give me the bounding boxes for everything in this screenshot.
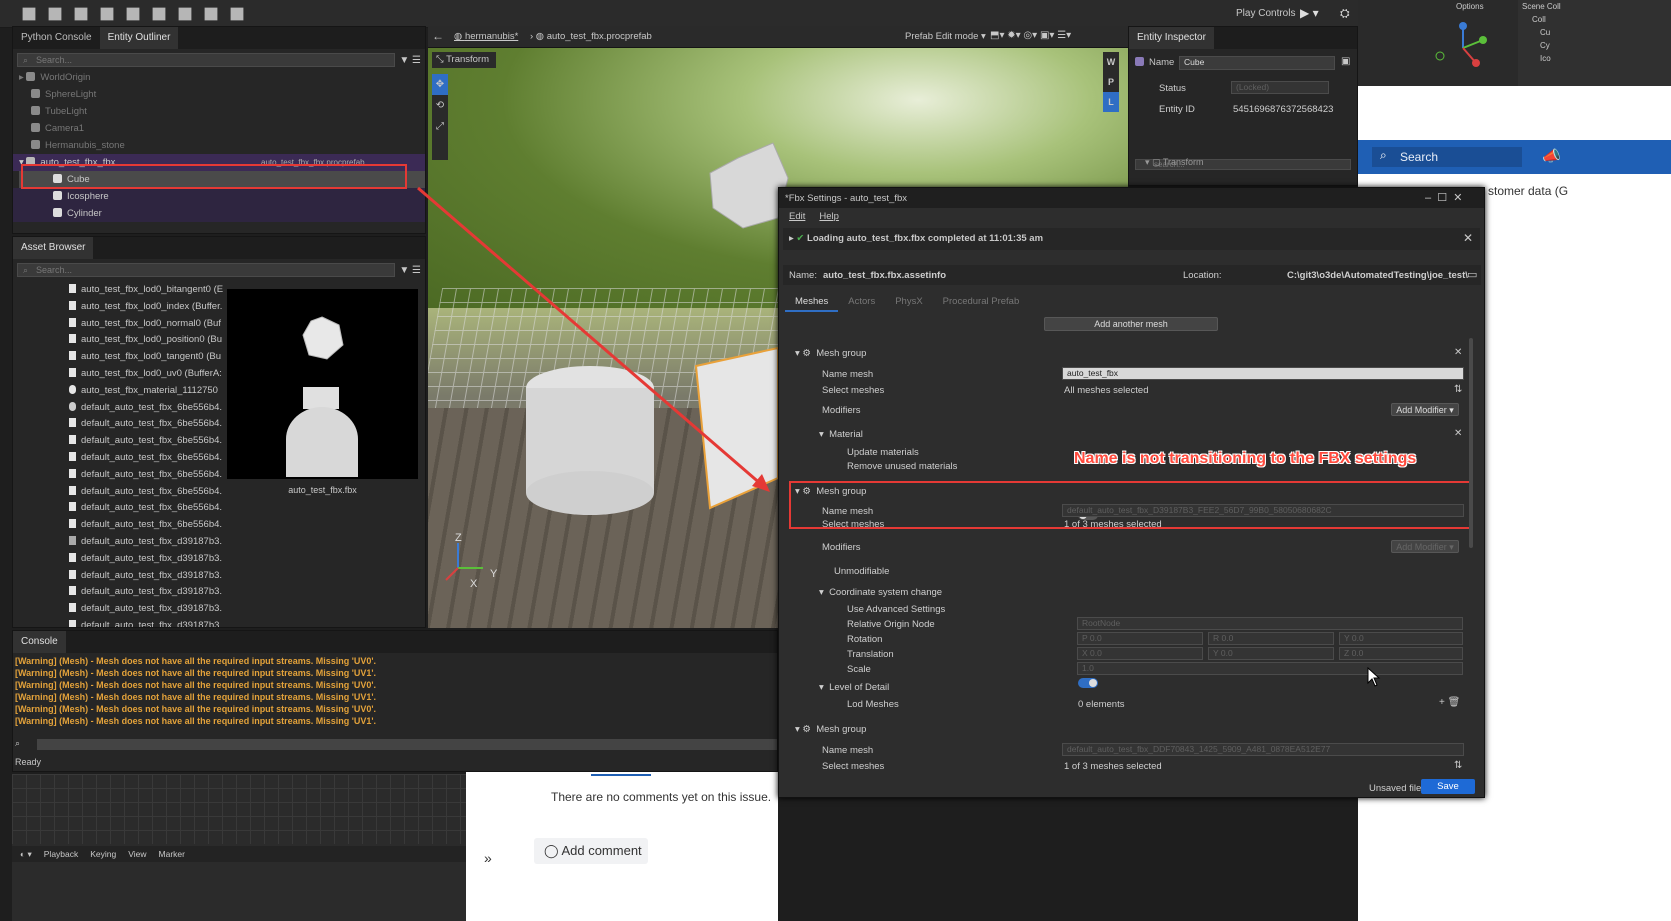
annotation-text: Name is not transitioning to the FBX set… [1074, 450, 1417, 467]
translation-z-field[interactable]: Z 0.0 [1339, 647, 1463, 660]
mesh-group-header[interactable]: ▾ ⚙ Mesh group [795, 348, 866, 359]
translation-y-field[interactable]: Y 0.0 [1208, 647, 1334, 660]
scrollbar[interactable] [1469, 338, 1473, 548]
status-label: Status [1159, 83, 1186, 94]
use-advanced-toggle[interactable] [1078, 678, 1098, 688]
dialog-title: *Fbx Settings - auto_test_fbx [785, 193, 907, 204]
name-label: Name: [789, 270, 817, 281]
scale-field[interactable]: 1.0 [1077, 662, 1463, 675]
relative-origin-dropdown[interactable]: RootNode [1077, 617, 1463, 630]
translation-label: Translation [847, 649, 894, 660]
rotation-r-field[interactable]: R 0.0 [1208, 632, 1334, 645]
relative-origin-label: Relative Origin Node [847, 619, 935, 630]
fbx-settings-dialog: *Fbx Settings - auto_test_fbx – ☐ ✕ Edit… [778, 187, 1485, 798]
lod-section[interactable]: ▾ Level of Detail [819, 682, 889, 693]
transform-component-header[interactable]: ▾ ▢ Transform [1135, 155, 1351, 169]
add-modifier-button[interactable]: Add Modifier ▾ [1391, 540, 1459, 553]
select-meshes-value: 1 of 3 meshes selected [1064, 761, 1162, 772]
pin-icon[interactable]: ▣ [1341, 56, 1350, 67]
location-value: C:\git3\o3de\AutomatedTesting\joe_test\ [1287, 270, 1468, 281]
status-bar: ▸ ✔ Loading auto_test_fbx.fbx completed … [783, 228, 1480, 250]
tab-entity-inspector[interactable]: Entity Inspector [1129, 27, 1214, 49]
modifiers-label: Modifiers [822, 405, 861, 416]
coord-system-section[interactable]: ▾ Coordinate system change [819, 587, 942, 598]
use-advanced-label: Use Advanced Settings [847, 604, 946, 615]
tab-procedural-prefab[interactable]: Procedural Prefab [933, 292, 1030, 312]
tab-actors[interactable]: Actors [838, 292, 885, 312]
highlight-box-mesh-group [789, 481, 1471, 529]
material-section[interactable]: ▾ Material [819, 429, 863, 440]
remove-group-icon[interactable]: ✕ [1454, 347, 1462, 358]
window-controls[interactable]: – ☐ ✕ [1425, 191, 1462, 204]
select-meshes-icon[interactable]: ⇅ [1454, 384, 1462, 395]
asset-name-value: auto_test_fbx.fbx.assetinfo [823, 270, 946, 281]
mesh-group-header[interactable]: ▾ ⚙ Mesh group [795, 724, 866, 735]
entity-name-input[interactable]: Cube [1179, 56, 1335, 70]
inspector-tabbar: Entity Inspector [1129, 27, 1357, 49]
close-status-icon[interactable]: ✕ [1463, 231, 1473, 245]
select-meshes-icon[interactable]: ⇅ [1454, 760, 1462, 771]
add-lod-icon[interactable]: + 🗑 [1439, 697, 1460, 708]
lod-meshes-value: 0 elements [1078, 699, 1125, 710]
entity-inspector-panel: Entity Inspector Name Cube ▣ Status (Loc… [1128, 26, 1358, 186]
entity-id-value: 5451696876372568423 [1233, 104, 1334, 115]
translation-x-field[interactable]: X 0.0 [1077, 647, 1203, 660]
name-mesh-label: Name mesh [822, 369, 874, 380]
update-materials-label: Update materials [847, 447, 919, 458]
add-modifier-button[interactable]: Add Modifier ▾ [1391, 403, 1459, 416]
scale-label: Scale [847, 664, 871, 675]
status-message: ▸ ✔ Loading auto_test_fbx.fbx completed … [789, 233, 1044, 244]
location-label: Location: [1183, 270, 1222, 281]
lod-meshes-label: Lod Meshes [847, 699, 899, 710]
add-another-mesh-button[interactable]: Add another mesh [1044, 317, 1218, 331]
dialog-menubar: Edit Help [779, 208, 1484, 226]
save-button[interactable]: Save [1421, 779, 1475, 794]
fbx-tabs: Meshes Actors PhysX Procedural Prefab [785, 292, 1029, 312]
name-label: Name [1135, 57, 1174, 68]
asset-info-bar: Name: auto_test_fbx.fbx.assetinfo Locati… [783, 265, 1481, 285]
menu-help[interactable]: Help [819, 208, 839, 226]
tab-physx[interactable]: PhysX [885, 292, 932, 312]
name-mesh-label: Name mesh [822, 745, 874, 756]
rotation-p-field[interactable]: P 0.0 [1077, 632, 1203, 645]
modifiers-label: Modifiers [822, 542, 861, 553]
remove-material-icon[interactable]: ✕ [1454, 428, 1462, 439]
folder-icon[interactable]: ▭ [1467, 268, 1477, 281]
mouse-cursor-icon [1367, 667, 1381, 687]
name-mesh-input[interactable]: default_auto_test_fbx_DDF70843_1425_5909… [1062, 743, 1464, 756]
status-dropdown[interactable]: (Locked) [1231, 81, 1329, 94]
name-mesh-input[interactable]: auto_test_fbx [1062, 367, 1464, 380]
select-meshes-label: Select meshes [822, 385, 885, 396]
tab-meshes[interactable]: Meshes [785, 292, 839, 312]
select-meshes-value: All meshes selected [1064, 385, 1149, 396]
rotation-y-field[interactable]: Y 0.0 [1339, 632, 1463, 645]
select-meshes-label: Select meshes [822, 761, 885, 772]
dialog-titlebar: *Fbx Settings - auto_test_fbx – ☐ ✕ [779, 188, 1484, 208]
unmodifiable-label: Unmodifiable [834, 566, 890, 577]
remove-unused-label: Remove unused materials [847, 461, 958, 472]
entity-id-label: Entity ID [1159, 104, 1195, 115]
menu-edit[interactable]: Edit [789, 208, 805, 226]
rotation-label: Rotation [847, 634, 883, 645]
unsaved-label: Unsaved file [1369, 783, 1422, 794]
